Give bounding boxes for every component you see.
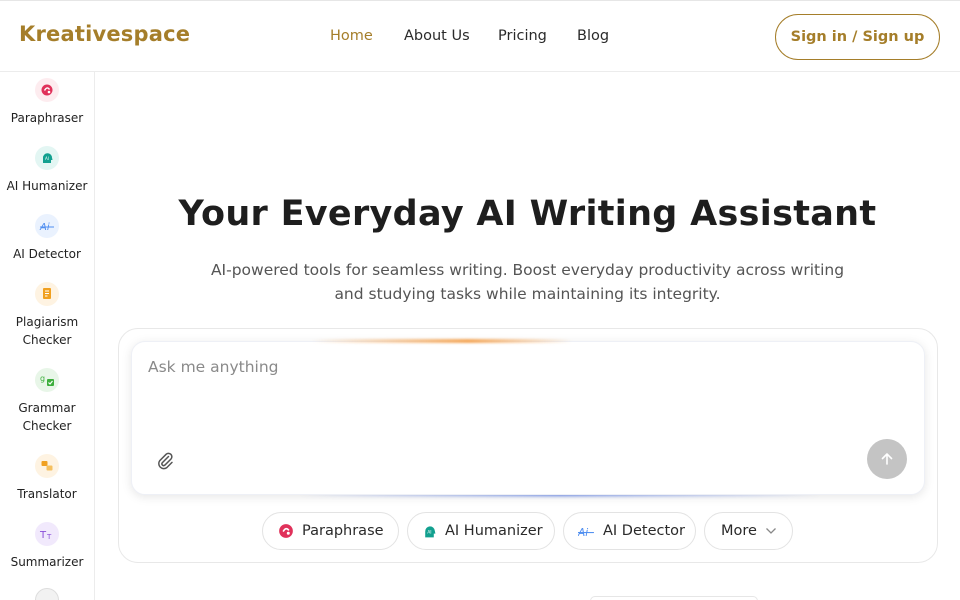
svg-text:T: T — [39, 530, 47, 541]
prompt-glow-top — [312, 339, 572, 343]
sidebar-item-ai-detector[interactable]: Ai AI Detector — [0, 214, 94, 263]
ai-detector-icon: Ai — [578, 523, 595, 540]
sidebar-item-plagiarism-checker[interactable]: Plagiarism Checker — [0, 282, 94, 349]
nav-about-link[interactable]: About Us — [404, 28, 470, 44]
chip-label: Paraphrase — [302, 523, 384, 539]
page-title: Your Everyday AI Writing Assistant — [178, 194, 877, 234]
chevron-down-icon — [765, 523, 778, 540]
chip-ai-humanizer[interactable]: AI AI Humanizer — [407, 512, 555, 550]
document-icon — [35, 282, 59, 306]
svg-text:T: T — [46, 533, 52, 541]
sidebar-item-paraphraser[interactable]: Paraphraser — [0, 78, 94, 127]
grammar-check-icon: g — [35, 368, 59, 392]
arrow-up-icon — [881, 453, 893, 465]
chip-label: More — [721, 523, 757, 539]
nav-pricing-link[interactable]: Pricing — [498, 28, 547, 44]
sidebar-item-label: Translator — [17, 487, 77, 501]
chip-label: AI Detector — [603, 523, 685, 539]
sidebar-item-summarizer[interactable]: TT Summarizer — [0, 522, 94, 571]
paraphraser-icon — [277, 523, 294, 540]
chip-label: AI Humanizer — [445, 523, 543, 539]
tool-icon — [35, 588, 59, 600]
nav-blog-link[interactable]: Blog — [577, 28, 609, 44]
signin-button[interactable]: Sign in / Sign up — [775, 14, 940, 60]
send-button[interactable] — [867, 439, 907, 479]
tools-sidebar: Paraphraser AI AI Humanizer Ai AI Detect… — [0, 72, 95, 600]
chip-ai-detector[interactable]: Ai AI Detector — [563, 512, 696, 550]
translate-icon — [35, 454, 59, 478]
prompt-input[interactable] — [148, 358, 888, 438]
sidebar-item-label: Summarizer — [10, 555, 84, 569]
nav-home-link[interactable]: Home — [330, 28, 373, 44]
sidebar-item-grammar-checker[interactable]: g Grammar Checker — [0, 368, 94, 435]
next-section-peek — [590, 596, 758, 600]
sidebar-item-label: AI Humanizer — [6, 179, 88, 193]
chip-paraphrase[interactable]: Paraphrase — [262, 512, 399, 550]
humanizer-head-icon: AI — [35, 146, 59, 170]
paraphraser-icon — [35, 78, 59, 102]
sidebar-item-more[interactable] — [0, 588, 94, 600]
page-subtitle: AI-powered tools for seamless writing. B… — [210, 261, 845, 303]
sidebar-item-ai-humanizer[interactable]: AI AI Humanizer — [0, 146, 94, 195]
ai-detector-icon: Ai — [35, 214, 59, 238]
sidebar-item-label: Plagiarism Checker — [15, 315, 79, 347]
sidebar-item-label: AI Detector — [13, 247, 81, 261]
sidebar-item-translator[interactable]: Translator — [0, 454, 94, 503]
sidebar-item-label: Grammar Checker — [18, 401, 76, 433]
more-dropdown[interactable]: More — [704, 512, 793, 550]
sidebar-item-label: Paraphraser — [10, 111, 84, 125]
humanizer-head-icon: AI — [422, 523, 437, 540]
attach-icon[interactable] — [154, 449, 176, 471]
svg-text:AI: AI — [45, 156, 49, 161]
svg-text:g: g — [40, 374, 45, 383]
svg-text:AI: AI — [427, 529, 431, 535]
summarizer-icon: TT — [35, 522, 59, 546]
top-header: Kreativespace Home About Us Pricing Blog… — [0, 0, 960, 72]
prompt-box — [131, 341, 925, 495]
